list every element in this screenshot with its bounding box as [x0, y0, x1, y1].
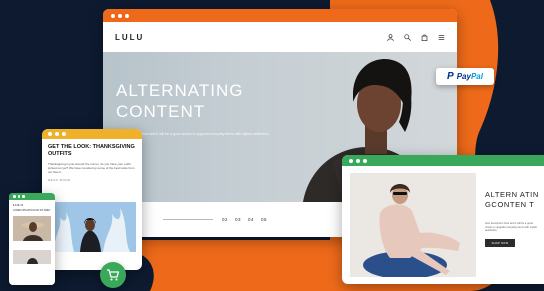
- paypal-wordmark-pay: Pay: [456, 72, 471, 81]
- mobile-preview-window: LULU Lorem ipsum dolor sit amet: [9, 193, 55, 285]
- menu-icon[interactable]: [438, 34, 445, 41]
- window-dot[interactable]: [349, 158, 353, 163]
- paypal-wordmark: PayPal: [457, 72, 483, 81]
- read-more-link[interactable]: READ MORE: [48, 178, 136, 182]
- window-dot[interactable]: [118, 13, 122, 18]
- mobile-secondary-image: [13, 250, 51, 264]
- pager-item[interactable]: 03: [235, 217, 241, 222]
- product-model-image: [350, 173, 476, 277]
- mobile-hero-image: [13, 216, 51, 241]
- window-dot[interactable]: [62, 132, 66, 136]
- window-dot[interactable]: [17, 195, 20, 198]
- window-dot[interactable]: [13, 195, 16, 198]
- product-window: ALTERN ATINGCONTEN T Item description he…: [342, 155, 544, 284]
- shopping-cart-icon: [107, 269, 120, 281]
- blog-post-window: GET THE LOOK: THANKSGIVING OUTFITS Thank…: [42, 129, 142, 270]
- paypal-wordmark-pal: Pal: [470, 72, 483, 81]
- pager-item[interactable]: 04: [248, 217, 254, 222]
- product-description: Item description here and it will be a g…: [485, 222, 538, 232]
- site-logo[interactable]: LULU: [115, 33, 144, 42]
- site-header: LULU: [103, 22, 457, 52]
- pager-item[interactable]: 02: [222, 217, 228, 222]
- mobile-window-titlebar: [9, 193, 55, 200]
- bag-icon[interactable]: [421, 33, 428, 41]
- user-icon[interactable]: [387, 33, 394, 41]
- blog-body: GET THE LOOK: THANKSGIVING OUTFITS Thank…: [42, 139, 142, 187]
- paypal-badge: P PayPal: [436, 68, 494, 85]
- mobile-text: Lorem ipsum dolor sit amet: [13, 209, 51, 212]
- window-dot[interactable]: [55, 132, 59, 136]
- pager-item[interactable]: 05: [261, 217, 267, 222]
- window-dot[interactable]: [48, 132, 52, 136]
- window-dot[interactable]: [125, 13, 129, 18]
- header-icons: [387, 33, 445, 41]
- product-title: ALTERN ATINGCONTEN T: [485, 190, 539, 209]
- blog-window-titlebar: [42, 129, 142, 139]
- search-icon[interactable]: [404, 33, 411, 41]
- main-window-titlebar: [103, 9, 457, 22]
- window-dot[interactable]: [356, 158, 360, 163]
- window-dot[interactable]: [22, 195, 25, 198]
- mobile-site-logo[interactable]: LULU: [9, 200, 55, 207]
- hero-title: ALTERNATING CONTENT: [116, 81, 244, 121]
- cart-button[interactable]: [100, 262, 126, 288]
- pager-progress-line: [163, 219, 213, 220]
- product-window-titlebar: [342, 155, 544, 166]
- blog-post-image: [48, 202, 136, 252]
- paypal-icon: P: [447, 71, 454, 82]
- shop-now-button[interactable]: SHOP NOW: [485, 239, 515, 247]
- window-dot[interactable]: [363, 158, 367, 163]
- blog-excerpt: Thanksgiving is just around the corner, …: [48, 162, 135, 174]
- blog-title[interactable]: GET THE LOOK: THANKSGIVING OUTFITS: [48, 144, 136, 158]
- window-dot[interactable]: [111, 13, 115, 18]
